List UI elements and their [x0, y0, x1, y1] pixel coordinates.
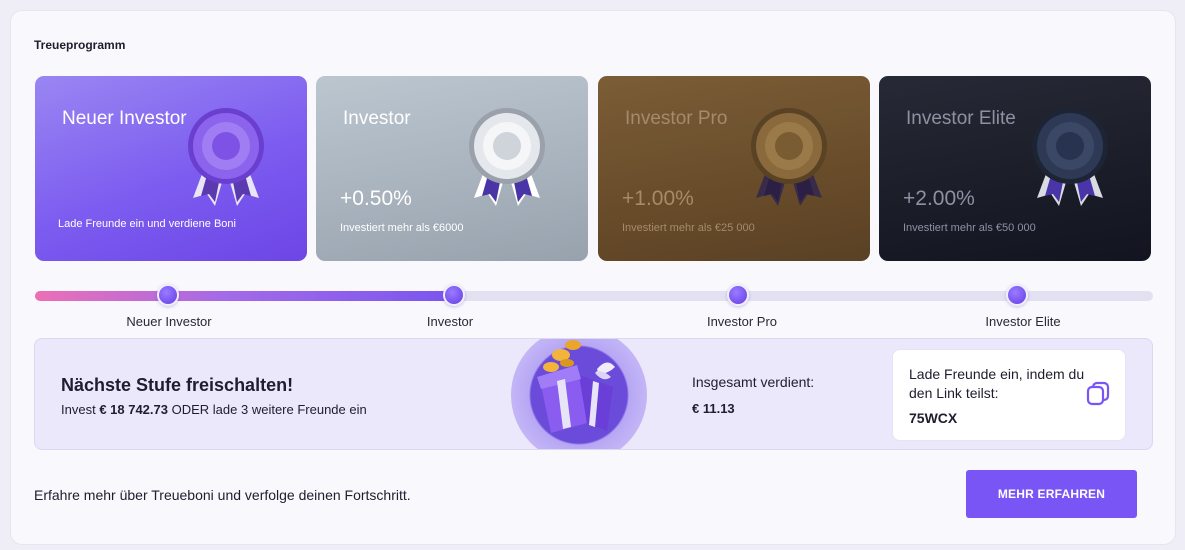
footer-text: Erfahre mehr über Treueboni und verfolge…	[34, 487, 411, 503]
progress-step-label: Neuer Investor	[126, 314, 212, 329]
tier-name: Investor	[343, 108, 411, 129]
tier-card-investor-elite: Investor Elite +2.00% Investiert mehr al…	[879, 76, 1151, 261]
medal-icon	[1032, 108, 1108, 206]
tier-rate: +2.00%	[903, 187, 975, 210]
total-earned-value: € 11.13	[692, 401, 735, 416]
next-level-text-suffix: ODER lade 3 weitere Freunde ein	[171, 402, 367, 417]
next-level-title: Nächste Stufe freischalten!	[61, 375, 294, 395]
next-level-text-prefix: Invest	[61, 402, 96, 417]
progress-step-dot	[1006, 284, 1028, 306]
progress-step-label: Investor Elite	[985, 314, 1061, 329]
tier-rate: +0.50%	[340, 187, 412, 210]
progress-step-dot	[727, 284, 749, 306]
next-level-box: Nächste Stufe freischalten! Invest € 18 …	[34, 338, 1153, 450]
tier-name: Neuer Investor	[62, 108, 187, 129]
section-title: Treueprogramm	[34, 38, 126, 52]
tier-name: Investor Pro	[625, 108, 728, 129]
progress-step-label: Investor Pro	[706, 314, 778, 329]
progress-step-label: Investor	[426, 314, 474, 329]
progress-step-dot	[157, 284, 179, 306]
gift-illustration	[511, 339, 647, 449]
progress-fill	[35, 291, 455, 301]
medal-icon	[469, 108, 545, 206]
tier-description: Investiert mehr als €6000	[340, 222, 464, 234]
loyalty-program-panel: Treueprogramm Neuer Investor Lade Freund…	[10, 10, 1176, 545]
copy-icon[interactable]	[1085, 380, 1111, 406]
tier-description: Lade Freunde ein und verdiene Boni	[58, 218, 236, 230]
tier-description: Investiert mehr als €25 000	[622, 222, 755, 234]
next-level-amount: € 18 742.73	[99, 402, 168, 417]
progress-step-dot	[443, 284, 465, 306]
invite-card: Lade Freunde ein, indem du den Link teil…	[892, 349, 1126, 441]
medal-icon	[751, 108, 827, 206]
tier-description: Investiert mehr als €50 000	[903, 222, 1036, 234]
tier-card-investor: Investor +0.50% Investiert mehr als €600…	[316, 76, 588, 261]
tier-rate: +1.00%	[622, 187, 694, 210]
progress-track	[35, 291, 1153, 301]
total-earned-label: Insgesamt verdient:	[692, 374, 815, 390]
medal-icon	[188, 108, 264, 206]
gift-icon	[537, 340, 615, 433]
next-level-text: Invest € 18 742.73 ODER lade 3 weitere F…	[61, 402, 367, 417]
learn-more-button[interactable]: MEHR ERFAHREN	[966, 470, 1137, 518]
referral-code[interactable]: 75WCX	[909, 410, 957, 426]
invite-text: Lade Freunde ein, indem du den Link teil…	[909, 366, 1085, 401]
tier-name: Investor Elite	[906, 108, 1016, 129]
tier-card-new-investor: Neuer Investor Lade Freunde ein und verd…	[35, 76, 307, 261]
tier-card-investor-pro: Investor Pro +1.00% Investiert mehr als …	[598, 76, 870, 261]
